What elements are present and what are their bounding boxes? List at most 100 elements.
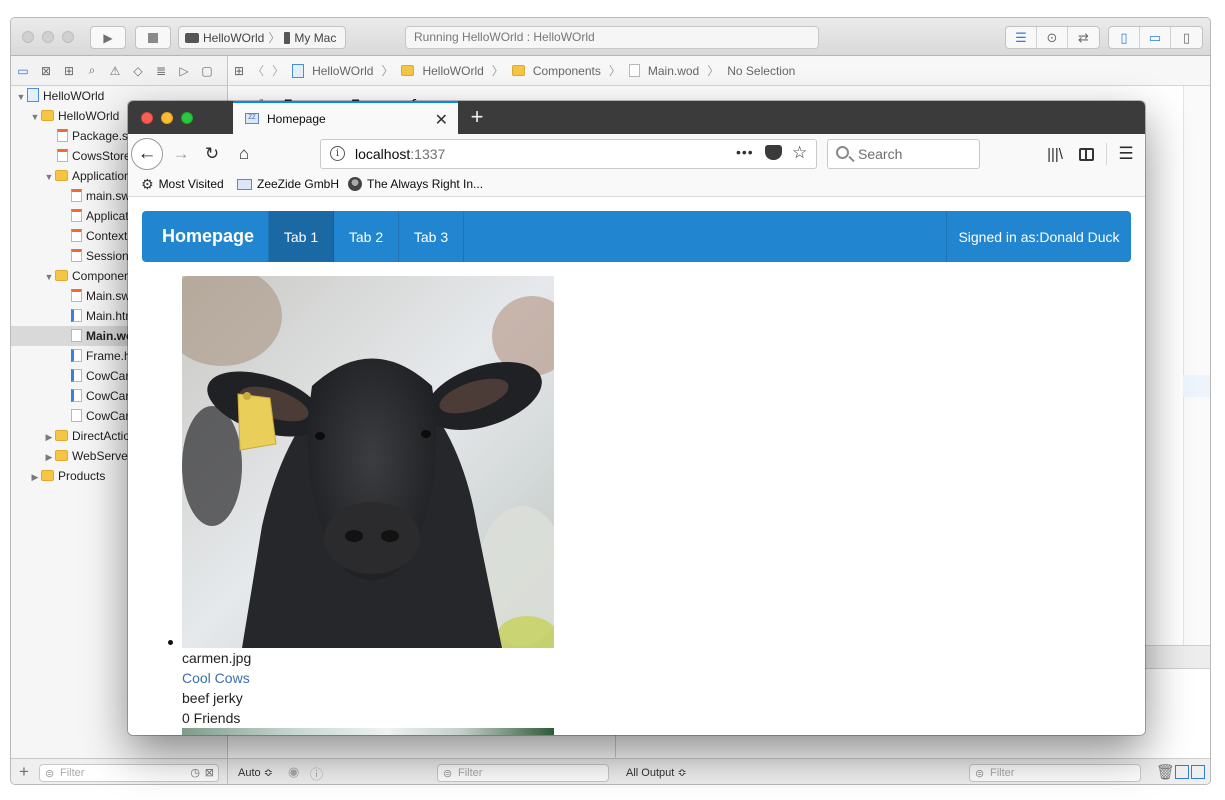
forward-icon[interactable]: 〉	[272, 62, 284, 79]
scheme-selector[interactable]: HelloWOrld 〉 My Mac	[178, 26, 346, 49]
source-control-icon[interactable]: ⊠	[38, 64, 54, 78]
tab-3[interactable]: Tab 3	[399, 211, 464, 262]
report-navigator-icon[interactable]: ▢	[199, 64, 215, 78]
bookmark-always-right[interactable]: The Always Right In...	[348, 177, 483, 191]
project-icon	[292, 63, 305, 78]
swift-file-icon	[71, 209, 82, 222]
folder-icon	[511, 65, 525, 76]
symbol-navigator-icon[interactable]: ⊞	[61, 64, 77, 78]
close-tab-icon[interactable]: ✕	[435, 110, 448, 130]
eye-icon[interactable]: ◉	[288, 764, 299, 780]
zoom-window-button[interactable]	[62, 31, 74, 43]
swift-file-icon	[71, 289, 82, 302]
recent-files-icon[interactable]: ◷	[190, 765, 200, 781]
hamburger-icon: ☰	[1118, 144, 1134, 163]
current-line-highlight	[1183, 375, 1210, 397]
tab-2[interactable]: Tab 2	[334, 211, 399, 262]
breadcrumb-file[interactable]: Main.wod	[628, 64, 699, 78]
navigator-footer: + ⊜ Filter ◷ ⊠	[11, 758, 228, 784]
related-items-icon[interactable]: ⊞	[234, 64, 244, 78]
home-icon: ⌂	[238, 144, 250, 163]
output-selector[interactable]: All Output ≎	[626, 766, 687, 779]
stop-button[interactable]	[135, 26, 171, 49]
navigation-toolbar: ← → ↻ ⌂ i localhost:1337 ••• ☆ Search ||…	[128, 134, 1145, 174]
info-icon[interactable]: ⓘ	[310, 764, 323, 783]
file-icon	[628, 64, 640, 77]
xcode-toolbar: ▶ HelloWOrld 〉 My Mac Running HelloWOrld…	[11, 18, 1210, 56]
standard-editor-icon[interactable]: ☰	[1006, 27, 1037, 48]
site-favicon-icon	[348, 177, 362, 191]
forward-button[interactable]: →	[168, 141, 194, 167]
project-icon	[27, 88, 39, 102]
disclosure-closed-icon[interactable]: ▶	[43, 427, 55, 446]
tab-title: Homepage	[267, 111, 326, 126]
cow-name-link[interactable]: Cool Cows	[182, 668, 554, 688]
pocket-icon[interactable]	[765, 145, 782, 160]
tab-bar: ZZ Homepage ✕ +	[128, 101, 1145, 134]
scheme-destination: My Mac	[294, 30, 337, 45]
url-bar[interactable]: i localhost:1337 ••• ☆	[320, 139, 817, 169]
folder-icon	[41, 110, 54, 121]
utilities-toggle-icon[interactable]: ▯	[1171, 27, 1202, 48]
minimize-window-button[interactable]	[161, 112, 173, 124]
navigator-filter-input[interactable]: ⊜ Filter ◷ ⊠	[39, 764, 219, 782]
sidebar-button[interactable]	[1073, 141, 1099, 167]
new-tab-button[interactable]: +	[465, 105, 489, 129]
split-left-icon[interactable]	[1175, 765, 1189, 779]
search-icon	[836, 146, 849, 159]
library-button[interactable]: |||\	[1042, 141, 1068, 167]
breadcrumb-project[interactable]: HelloWOrld	[292, 63, 373, 78]
source-control-filter-icon[interactable]: ⊠	[205, 765, 214, 781]
find-navigator-icon[interactable]: ⌕	[84, 63, 100, 78]
back-button[interactable]: ←	[131, 138, 163, 170]
disclosure-open-icon[interactable]: ▼	[43, 267, 55, 286]
variables-scope-selector[interactable]: Auto ≎	[238, 766, 273, 779]
breadcrumb-group[interactable]: HelloWOrld	[401, 64, 484, 78]
run-button[interactable]: ▶	[90, 26, 126, 49]
debug-area-toggle-icon[interactable]: ▭	[1140, 27, 1171, 48]
reload-button[interactable]: ↻	[199, 141, 225, 167]
info-icon[interactable]: i	[330, 146, 345, 161]
menu-button[interactable]: ☰	[1113, 141, 1139, 167]
back-icon[interactable]: 〈	[252, 62, 264, 79]
page-actions-icon[interactable]: •••	[736, 144, 754, 160]
folder-icon	[55, 450, 68, 461]
bookmark-zeezide[interactable]: ZeeZide GmbH	[237, 177, 339, 191]
project-navigator-icon[interactable]: ▭	[15, 64, 31, 78]
debug-navigator-icon[interactable]: ≣	[153, 64, 169, 78]
add-icon[interactable]: +	[19, 762, 29, 782]
plus-icon: +	[470, 104, 484, 129]
assistant-editor-icon[interactable]: ⊙	[1037, 27, 1068, 48]
split-right-icon[interactable]	[1191, 765, 1205, 779]
url-text[interactable]: localhost:1337	[355, 146, 445, 162]
breadcrumb-folder[interactable]: Components	[511, 64, 601, 78]
brand-title[interactable]: Homepage	[142, 211, 269, 262]
bookmark-star-icon[interactable]: ☆	[792, 143, 807, 163]
zoom-window-button[interactable]	[181, 112, 193, 124]
console-filter-input[interactable]: ⊜ Filter	[969, 764, 1141, 782]
breakpoint-navigator-icon[interactable]: ▷	[176, 64, 192, 78]
variables-filter-input[interactable]: ⊜ Filter	[437, 764, 609, 782]
tab-1[interactable]: Tab 1	[269, 211, 334, 262]
disclosure-open-icon[interactable]: ▼	[15, 87, 27, 106]
disclosure-closed-icon[interactable]: ▶	[29, 467, 41, 486]
close-window-button[interactable]	[22, 31, 34, 43]
disclosure-open-icon[interactable]: ▼	[43, 167, 55, 186]
tab-homepage[interactable]: ZZ Homepage ✕	[233, 101, 458, 134]
bookmark-most-visited[interactable]: ⚙ Most Visited	[141, 177, 224, 191]
trash-icon[interactable]: 🗑	[1156, 763, 1175, 781]
disclosure-closed-icon[interactable]: ▶	[43, 447, 55, 466]
play-icon: ▶	[103, 30, 113, 45]
test-navigator-icon[interactable]: ◇	[130, 64, 146, 78]
home-button[interactable]: ⌂	[231, 141, 257, 167]
issue-navigator-icon[interactable]: ⚠	[107, 64, 123, 78]
html-file-icon	[71, 389, 82, 402]
close-window-button[interactable]	[141, 112, 153, 124]
version-editor-icon[interactable]: ⇄	[1068, 27, 1099, 48]
zeezide-favicon-icon: ZZ	[245, 113, 259, 124]
minimize-window-button[interactable]	[42, 31, 54, 43]
search-input[interactable]: Search	[827, 139, 980, 169]
disclosure-open-icon[interactable]: ▼	[29, 107, 41, 126]
breadcrumb-selection[interactable]: No Selection	[727, 64, 795, 78]
navigator-toggle-icon[interactable]: ▯	[1109, 27, 1140, 48]
